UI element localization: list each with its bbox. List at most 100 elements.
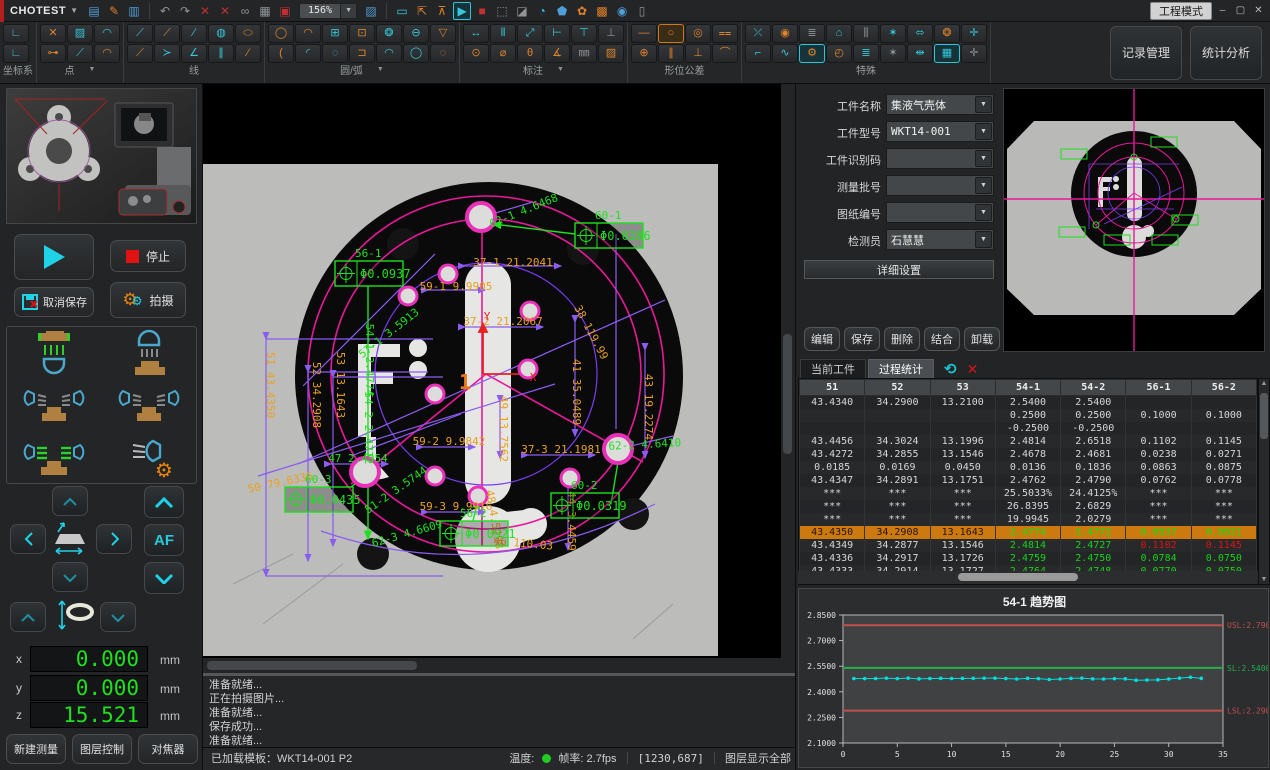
- table-row[interactable]: 0.25000.25000.10000.1000: [800, 409, 1257, 422]
- dim-h-icon[interactable]: ⊢: [544, 24, 570, 43]
- focus-down-button[interactable]: [100, 602, 136, 632]
- line-mid-icon[interactable]: ⟋: [127, 44, 153, 63]
- edit-button[interactable]: 编辑: [804, 327, 840, 351]
- light-side-both-button[interactable]: [102, 379, 197, 431]
- sp-star2-icon[interactable]: ✶: [880, 44, 906, 63]
- layer-display-toggle[interactable]: 图层显示全部: [725, 753, 791, 765]
- detail-settings-button[interactable]: 详细设置: [804, 260, 994, 279]
- field-select[interactable]: ▼: [886, 175, 994, 196]
- new-measure-button[interactable]: 新建测量: [6, 734, 66, 764]
- tol-round-icon[interactable]: ○: [658, 24, 684, 43]
- dim-i-icon[interactable]: ⊤: [571, 24, 597, 43]
- arc-top-icon[interactable]: ◠: [295, 24, 321, 43]
- capture-button[interactable]: ⚙⚙ 拍摄: [110, 282, 186, 318]
- save-button[interactable]: 保存: [844, 327, 880, 351]
- sp-plus-icon[interactable]: ✛: [961, 44, 987, 63]
- sp-target-icon[interactable]: ❂: [934, 24, 960, 43]
- stage-down-button[interactable]: [52, 562, 88, 592]
- circle-gear-icon[interactable]: ❂: [376, 24, 402, 43]
- zoom-control[interactable]: 156% ▼: [299, 3, 357, 19]
- line-wave-icon[interactable]: ◍: [208, 24, 234, 43]
- line-vertex-icon[interactable]: ∠: [181, 44, 207, 63]
- z-up-fast-button[interactable]: [144, 486, 184, 518]
- dim-mm-icon[interactable]: ㎜: [571, 44, 597, 63]
- close-button[interactable]: ✕: [1251, 3, 1266, 18]
- column-header[interactable]: 52: [865, 380, 930, 396]
- save-as-icon[interactable]: ▥: [125, 2, 143, 20]
- line-diag-icon[interactable]: ∕: [235, 44, 261, 63]
- delete-all-icon[interactable]: ✕: [216, 2, 234, 20]
- circle-grid-icon[interactable]: ⊞: [322, 24, 348, 43]
- run-button[interactable]: [14, 234, 94, 280]
- sp-star-icon[interactable]: ✶: [880, 24, 906, 43]
- line-ruler-icon[interactable]: ⟋: [127, 24, 153, 43]
- tol-straight-icon[interactable]: —: [631, 24, 657, 43]
- focuser-button[interactable]: 对焦器: [138, 734, 198, 764]
- timer-icon[interactable]: ◔: [533, 2, 551, 20]
- tol-arc-icon[interactable]: ⌒: [712, 44, 738, 63]
- dim-lines-icon[interactable]: ⫴: [490, 24, 516, 43]
- column-header[interactable]: 54-1: [995, 380, 1060, 396]
- layer-control-button[interactable]: 图层控制: [72, 734, 132, 764]
- field-select[interactable]: ▼: [886, 202, 994, 223]
- sp-bridge-icon[interactable]: ⌂: [826, 24, 852, 43]
- z-down-fast-button[interactable]: [144, 562, 184, 594]
- sp-gear-icon[interactable]: ⚙: [799, 44, 825, 63]
- tol-position-icon[interactable]: ⊕: [631, 44, 657, 63]
- point-crown-icon[interactable]: ◠: [94, 44, 120, 63]
- fit-icon[interactable]: ⇱: [413, 2, 431, 20]
- sp-teeth-icon[interactable]: ≣: [853, 44, 879, 63]
- dim-perp-icon[interactable]: ⊥: [598, 24, 624, 43]
- point-line-icon[interactable]: ⟋: [67, 44, 93, 63]
- dim-angle2-icon[interactable]: ∡: [544, 44, 570, 63]
- record-stop-icon[interactable]: ■: [473, 2, 491, 20]
- app-menu-caret-icon[interactable]: ▼: [70, 6, 78, 15]
- light-side-left-right-button[interactable]: [7, 379, 102, 431]
- combine-button[interactable]: 结合: [924, 327, 960, 351]
- dropdown-icon[interactable]: ▼: [975, 204, 992, 221]
- column-header[interactable]: 51: [800, 380, 865, 396]
- table-row[interactable]: 43.434934.287713.15462.48142.47270.11020…: [800, 539, 1257, 552]
- light-settings-button[interactable]: ⚙: [102, 431, 197, 483]
- chip-icon[interactable]: ▩: [593, 2, 611, 20]
- ribbon-group-expand-icon[interactable]: ▼: [557, 66, 564, 73]
- export-image-icon[interactable]: ▣: [276, 2, 294, 20]
- arc-box-icon[interactable]: ⊐: [349, 44, 375, 63]
- edit-doc-icon[interactable]: ✎: [105, 2, 123, 20]
- circle-dash2-icon[interactable]: ◌: [430, 44, 456, 63]
- minimize-button[interactable]: –: [1215, 3, 1230, 18]
- af-button[interactable]: AF: [144, 524, 184, 556]
- statistics-analysis-button[interactable]: 统计分析: [1190, 26, 1262, 80]
- column-header[interactable]: 53: [930, 380, 995, 396]
- select-box-icon[interactable]: ⬚: [493, 2, 511, 20]
- maximize-button[interactable]: ▢: [1233, 3, 1248, 18]
- point-dot-icon[interactable]: ⊶: [40, 44, 66, 63]
- ribbon-group-expand-icon[interactable]: ▼: [89, 66, 96, 73]
- arc-left-icon[interactable]: (: [268, 44, 294, 63]
- point-hatch-icon[interactable]: ▨: [67, 24, 93, 43]
- screen-icon[interactable]: ▭: [393, 2, 411, 20]
- unload-button[interactable]: 卸载: [964, 327, 1000, 351]
- dropdown-icon[interactable]: ▼: [975, 96, 992, 113]
- table-row[interactable]: 43.434734.289113.17512.47622.47900.07620…: [800, 474, 1257, 487]
- line-simple-icon[interactable]: ∕: [181, 24, 207, 43]
- undo-icon[interactable]: ↶: [156, 2, 174, 20]
- field-select[interactable]: ▼: [886, 148, 994, 169]
- sp-bracket-icon[interactable]: ⇹: [907, 44, 933, 63]
- globe-icon[interactable]: ◉: [613, 2, 631, 20]
- tol-parallel-icon[interactable]: ∥: [658, 44, 684, 63]
- line-parallel-icon[interactable]: ∥: [208, 44, 234, 63]
- dropdown-icon[interactable]: ▼: [975, 150, 992, 167]
- sp-clock-icon[interactable]: ◴: [826, 44, 852, 63]
- cube-icon[interactable]: ⬟: [553, 2, 571, 20]
- arc-corner-icon[interactable]: ◜: [295, 44, 321, 63]
- live-play-icon[interactable]: ▶: [453, 2, 471, 20]
- sp-cross-icon[interactable]: ⤫: [745, 24, 771, 43]
- dim-angle-icon[interactable]: θ: [517, 44, 543, 63]
- table-row[interactable]: *********19.99452.0279******: [800, 513, 1257, 526]
- circle-ring-icon[interactable]: ◯: [268, 24, 294, 43]
- sp-spring-icon[interactable]: ∿: [772, 44, 798, 63]
- sp-poly-icon[interactable]: ⬄: [907, 24, 933, 43]
- table-row[interactable]: 43.434034.290013.21002.54002.5400: [800, 396, 1257, 409]
- stage-vscrollbar[interactable]: [783, 334, 792, 454]
